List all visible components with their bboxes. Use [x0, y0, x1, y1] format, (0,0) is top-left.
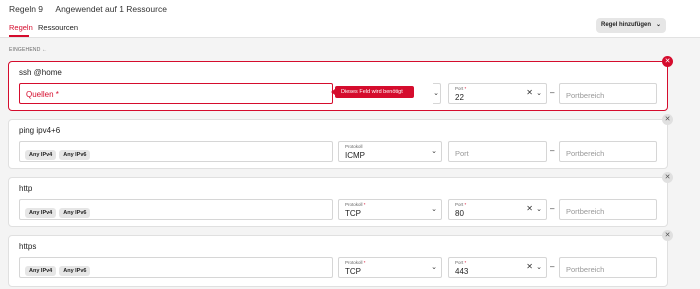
close-icon[interactable]: ✕: [662, 172, 673, 183]
chevron-down-icon: ⌄: [536, 264, 542, 271]
protocol-value: ICMP: [345, 151, 365, 160]
protocol-label: Protokoll: [345, 202, 363, 207]
port-range-input[interactable]: Portbereich: [559, 199, 657, 220]
port-value: 22: [455, 93, 464, 102]
close-icon[interactable]: ✕: [662, 114, 673, 125]
rule-name: http: [19, 184, 33, 193]
protocol-value: TCP: [345, 209, 361, 218]
port-range-input[interactable]: Portbereich: [559, 141, 657, 162]
rule-card: http ✕ Any IPv4 Any IPv6 Protokoll * TCP …: [8, 172, 673, 227]
port-range-placeholder: Portbereich: [566, 265, 605, 274]
protocol-select[interactable]: ⌄: [433, 83, 441, 104]
arrow-left-icon: ←: [42, 47, 48, 53]
port-range-placeholder: Portbereich: [566, 207, 605, 216]
sources-field[interactable]: Any IPv4 Any IPv6: [19, 257, 333, 278]
rules-summary: Regeln 9 Angewendet auf 1 Ressource: [9, 4, 167, 14]
port-placeholder: Port: [455, 149, 469, 158]
port-select[interactable]: Port * 443 ✕ ⌄: [448, 257, 547, 278]
chevron-down-icon: ⌄: [536, 90, 542, 97]
applied-resources: Angewendet auf 1 Ressource: [55, 4, 167, 14]
clear-icon[interactable]: ✕: [526, 204, 533, 213]
source-tag[interactable]: Any IPv6: [59, 150, 91, 160]
active-tab-indicator: [9, 35, 29, 37]
range-dash: –: [550, 146, 555, 155]
port-range-placeholder: Portbereich: [566, 149, 605, 158]
header: Regeln 9 Angewendet auf 1 Ressource Rege…: [0, 0, 700, 38]
chevron-down-icon: ⌄: [431, 264, 437, 271]
rule-name: ssh @home: [19, 68, 62, 77]
port-select[interactable]: Port * 80 ✕ ⌄: [448, 199, 547, 220]
add-rule-label: Regel hinzufügen: [601, 22, 651, 28]
sources-placeholder: Quellen *: [26, 90, 59, 99]
range-dash: –: [550, 262, 555, 271]
source-tag[interactable]: Any IPv4: [25, 208, 57, 218]
protocol-select[interactable]: Protokoll ICMP ⌄: [338, 141, 442, 162]
error-tooltip: Dieses Feld wird benötigt: [331, 86, 414, 98]
range-dash: –: [550, 204, 555, 213]
close-icon[interactable]: ✕: [662, 230, 673, 241]
port-range-input[interactable]: Portbereich: [559, 83, 657, 104]
tab-rules[interactable]: Regeln: [9, 23, 33, 32]
protocol-label: Protokoll: [345, 260, 363, 265]
protocol-select[interactable]: Protokoll * TCP ⌄: [338, 199, 442, 220]
chevron-down-icon: ⌄: [433, 90, 439, 97]
chevron-down-icon: ⌄: [431, 206, 437, 213]
chevron-down-icon: ⌄: [431, 148, 437, 155]
source-tag[interactable]: Any IPv6: [59, 266, 91, 276]
section-label: EINGEHEND: [9, 47, 41, 53]
sources-field[interactable]: Quellen *: [19, 83, 333, 104]
port-value: 443: [455, 267, 469, 276]
clear-icon[interactable]: ✕: [526, 88, 533, 97]
port-range-input[interactable]: Portbereich: [559, 257, 657, 278]
rule-card: https ✕ Any IPv4 Any IPv6 Protokoll * TCP…: [8, 230, 673, 287]
protocol-select[interactable]: Protokoll * TCP ⌄: [338, 257, 442, 278]
range-dash: –: [550, 88, 555, 97]
port-value: 80: [455, 209, 464, 218]
rules-list: EINGEHEND ← ssh @home ✕ Quellen * ⌄ Port…: [0, 38, 700, 289]
source-tag[interactable]: Any IPv6: [59, 208, 91, 218]
port-select[interactable]: Port * 22 ✕ ⌄: [448, 83, 547, 104]
chevron-down-icon: ⌄: [655, 22, 661, 28]
rule-card: ping ipv4+6 ✕ Any IPv4 Any IPv6 Protokoll…: [8, 114, 673, 169]
rule-name: ping ipv4+6: [19, 126, 61, 135]
source-tag[interactable]: Any IPv4: [25, 150, 57, 160]
tab-resources[interactable]: Ressourcen: [38, 23, 78, 32]
chevron-down-icon: ⌄: [536, 206, 542, 213]
close-icon[interactable]: ✕: [662, 56, 673, 67]
sources-field[interactable]: Any IPv4 Any IPv6: [19, 141, 333, 162]
protocol-label: Protokoll: [345, 144, 363, 149]
section-inbound: EINGEHEND ←: [9, 47, 47, 53]
rule-name: https: [19, 242, 37, 251]
rules-count: Regeln 9: [9, 4, 44, 14]
source-tag[interactable]: Any IPv4: [25, 266, 57, 276]
port-range-placeholder: Portbereich: [566, 91, 605, 100]
add-rule-button[interactable]: Regel hinzufügen ⌄: [596, 18, 666, 33]
port-input[interactable]: Port: [448, 141, 547, 162]
protocol-value: TCP: [345, 267, 361, 276]
sources-field[interactable]: Any IPv4 Any IPv6: [19, 199, 333, 220]
clear-icon[interactable]: ✕: [526, 262, 533, 271]
